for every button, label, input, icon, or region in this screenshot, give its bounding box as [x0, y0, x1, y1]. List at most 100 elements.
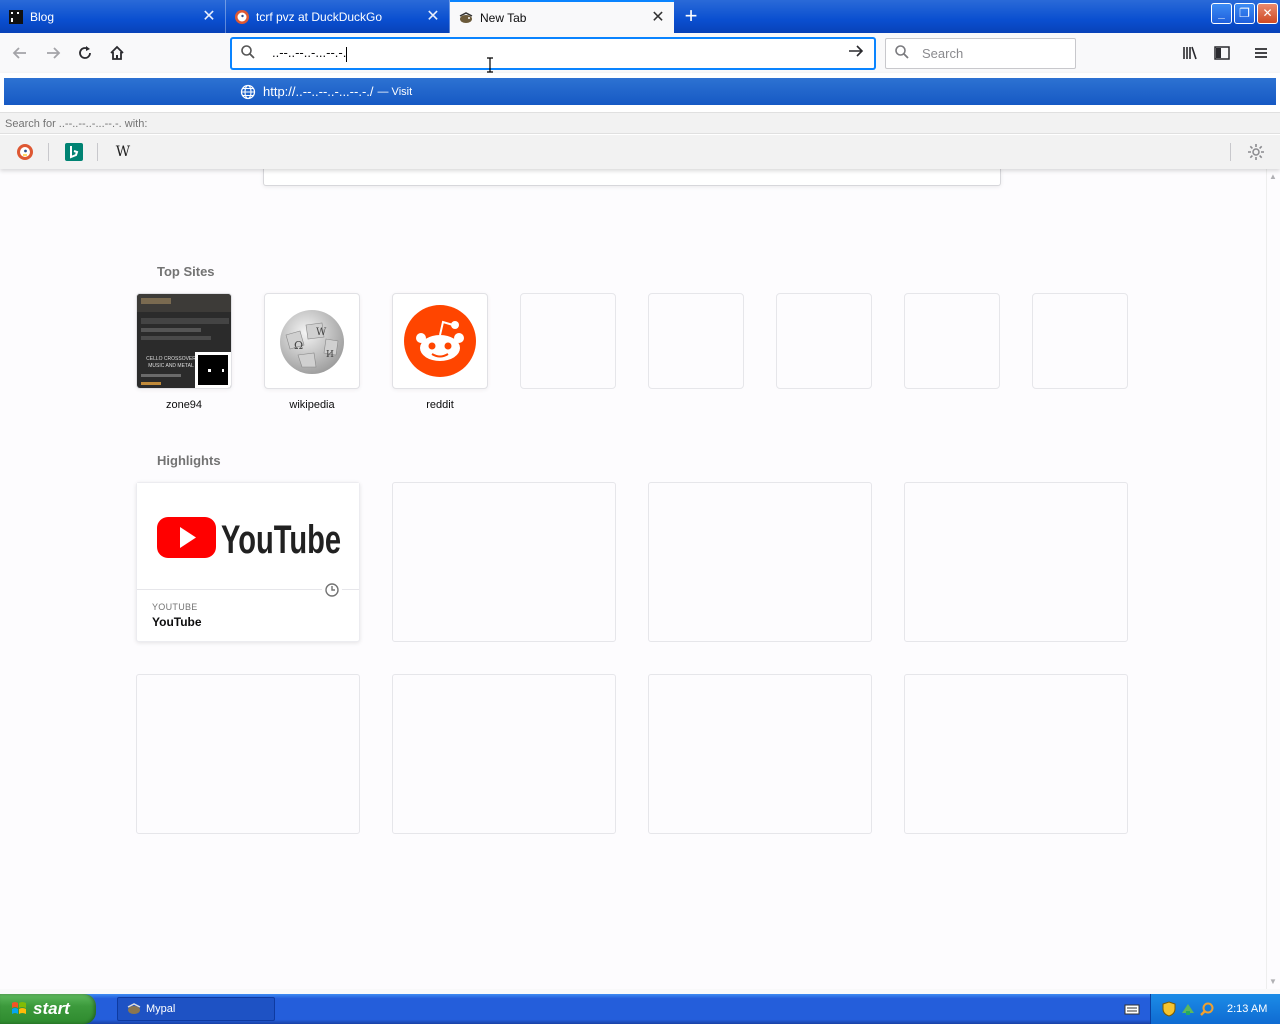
- top-site-label: wikipedia: [289, 399, 335, 411]
- taskbar-item-mypal[interactable]: Mypal: [117, 997, 275, 1021]
- empty-tile: [904, 293, 1000, 389]
- highlight-title: YouTube: [152, 615, 202, 629]
- svg-text:W: W: [316, 327, 327, 338]
- top-site-empty: [904, 293, 1000, 389]
- highlights-heading: Highlights: [157, 453, 221, 468]
- top-site-reddit[interactable]: reddit: [392, 293, 488, 411]
- highlight-empty: [136, 674, 360, 834]
- top-site-empty: [648, 293, 744, 389]
- minimize-icon[interactable]: _: [1211, 3, 1232, 24]
- tab-blog[interactable]: Blog ✕: [0, 0, 226, 33]
- start-button[interactable]: start: [0, 994, 96, 1024]
- top-site-tile[interactable]: Ω W И: [264, 293, 360, 389]
- top-site-tile[interactable]: [392, 293, 488, 389]
- highlight-empty: [904, 674, 1128, 834]
- bing-engine-icon[interactable]: [64, 142, 84, 162]
- zone94-preview-heading: CELLO CROSSOVER MUSIC AND METAL: [146, 356, 196, 369]
- vertical-scrollbar[interactable]: [1266, 169, 1280, 989]
- close-tab-icon[interactable]: ✕: [650, 9, 666, 26]
- suggestion-action: — Visit: [377, 85, 413, 98]
- clock-icon: [322, 580, 342, 600]
- taskbar-item-label: Mypal: [146, 1003, 176, 1015]
- address-bar-text: ..--..--..-...--.-.: [272, 45, 347, 61]
- new-tab-plus-icon[interactable]: +: [680, 5, 702, 27]
- empty-tile: [776, 293, 872, 389]
- system-tray: 2:13 AM: [1150, 994, 1280, 1024]
- text-caret: [346, 46, 348, 62]
- scroll-down-icon[interactable]: ▼: [1266, 975, 1280, 989]
- svg-text:И: И: [326, 350, 334, 360]
- top-sites-heading: Top Sites: [157, 264, 215, 279]
- tab-title: tcrf pvz at DuckDuckGo: [256, 9, 383, 24]
- search-for-label: Search for ..--..--..-...--.-. with:: [0, 112, 1280, 134]
- network-icon[interactable]: [1180, 1001, 1196, 1017]
- address-bar-value[interactable]: ..--..--..-...--.-.: [272, 45, 846, 62]
- address-bar[interactable]: ..--..--..-...--.-.: [231, 38, 875, 69]
- reddit-logo-icon: [404, 305, 476, 377]
- top-site-label: zone94: [165, 399, 203, 411]
- scroll-up-icon[interactable]: ▲: [1266, 170, 1280, 184]
- top-site-zone94[interactable]: CELLO CROSSOVER MUSIC AND METAL zone94: [136, 293, 232, 411]
- window-controls: _ ❐ ✕: [1211, 3, 1278, 24]
- window-close-icon[interactable]: ✕: [1257, 3, 1278, 24]
- search-tray-icon[interactable]: [1199, 1001, 1215, 1017]
- close-tab-icon[interactable]: ✕: [201, 8, 217, 25]
- text-cursor-icon: [486, 57, 494, 73]
- engine-separator: [97, 143, 98, 161]
- close-tab-icon[interactable]: ✕: [425, 8, 441, 25]
- new-tab-page: Top Sites CELLO CROSSOVER MUSIC AND META…: [0, 169, 1266, 989]
- windows-flag-icon: [12, 1002, 26, 1014]
- reload-icon[interactable]: [74, 42, 96, 64]
- youtube-logo: YouTube: [157, 517, 341, 562]
- youtube-logo-text: YouTube: [221, 518, 341, 562]
- security-shield-icon[interactable]: [1161, 1001, 1177, 1017]
- page-search-box[interactable]: [263, 169, 1001, 186]
- url-suggestion-row[interactable]: http://..--..--..-...--.-./ — Visit: [4, 78, 1276, 105]
- tab-duckduckgo[interactable]: tcrf pvz at DuckDuckGo ✕: [226, 0, 450, 33]
- wikipedia-globe-icon: Ω W И: [280, 305, 344, 374]
- library-icon[interactable]: [1179, 42, 1201, 64]
- url-suggestions-popup: http://..--..--..-...--.-./ — Visit Sear…: [0, 73, 1280, 169]
- highlight-card-youtube[interactable]: YouTube YOUTUBE YouTube: [136, 482, 360, 642]
- start-label: start: [33, 999, 70, 1018]
- top-site-empty: [520, 293, 616, 389]
- search-bar[interactable]: [885, 38, 1076, 69]
- highlight-empty: [392, 482, 616, 642]
- go-arrow-icon[interactable]: [846, 42, 866, 65]
- empty-tile: [648, 293, 744, 389]
- sidebar-icon[interactable]: [1211, 42, 1233, 64]
- tab-new-tab[interactable]: New Tab ✕: [450, 0, 674, 33]
- highlight-empty: [648, 482, 872, 642]
- search-icon: [240, 44, 258, 63]
- duckduckgo-engine-icon[interactable]: [15, 142, 35, 162]
- wikipedia-engine-icon[interactable]: W: [113, 142, 133, 162]
- restore-icon[interactable]: ❐: [1234, 3, 1255, 24]
- navigation-toolbar: ..--..--..-...--.-.: [0, 33, 1280, 73]
- top-site-label: reddit: [426, 399, 454, 411]
- engine-separator: [1230, 143, 1231, 161]
- search-settings-gear-icon[interactable]: [1246, 142, 1266, 162]
- svg-text:Ω: Ω: [294, 339, 303, 352]
- tab-title: Blog: [30, 9, 55, 24]
- search-icon: [894, 44, 912, 63]
- top-site-empty: [1032, 293, 1128, 389]
- home-icon[interactable]: [106, 42, 128, 64]
- top-site-wikipedia[interactable]: Ω W И wikipedia: [264, 293, 360, 411]
- top-site-tile[interactable]: CELLO CROSSOVER MUSIC AND METAL: [136, 293, 232, 389]
- empty-tile: [1032, 293, 1128, 389]
- highlight-empty: [904, 482, 1128, 642]
- highlight-source: YOUTUBE: [152, 602, 198, 612]
- hamburger-menu-icon[interactable]: [1250, 42, 1272, 64]
- forward-arrow-icon[interactable]: [42, 42, 64, 64]
- search-input[interactable]: [922, 46, 1062, 61]
- taskbar-clock: 2:13 AM: [1227, 1003, 1268, 1015]
- keyboard-layout-icon[interactable]: [1124, 1001, 1140, 1017]
- duckduckgo-favicon-icon: [234, 9, 250, 25]
- mypal-app-icon: [127, 1003, 141, 1014]
- one-off-search-engines: W: [0, 135, 1280, 169]
- highlight-empty: [648, 674, 872, 834]
- zone94-favicon: [195, 352, 231, 388]
- highlight-empty: [392, 674, 616, 834]
- back-arrow-icon[interactable]: [9, 42, 31, 64]
- suggestion-url: http://..--..--..-...--.-./: [263, 84, 374, 99]
